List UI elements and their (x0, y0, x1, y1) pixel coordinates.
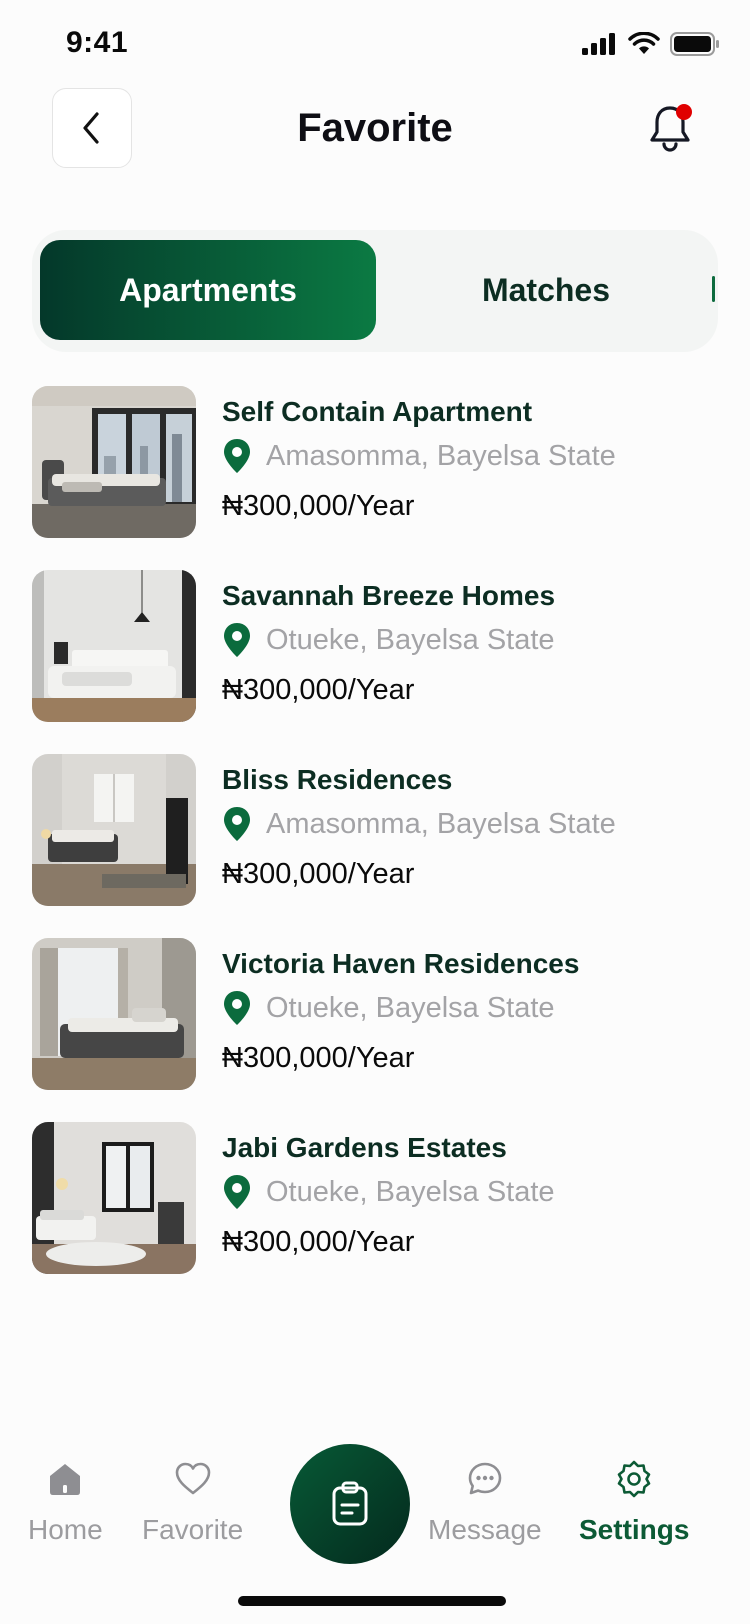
notifications-button[interactable] (648, 102, 696, 154)
bedroom-photo-curtains (32, 938, 196, 1090)
listing-card[interactable]: Jabi Gardens Estates Otueke, Bayelsa Sta… (32, 1122, 722, 1274)
home-indicator (238, 1596, 506, 1606)
listing-title: Self Contain Apartment (222, 396, 533, 427)
listing-thumbnail (32, 386, 196, 538)
category-tabs: Apartments Matches (32, 230, 718, 352)
listing-thumbnail (32, 938, 196, 1090)
listing-thumbnail (32, 1122, 196, 1274)
bell-icon (650, 104, 692, 152)
page-title: Favorite (297, 106, 453, 150)
listing-card[interactable]: Victoria Haven Residences Otueke, Bayels… (32, 938, 722, 1090)
tab-home-label: Home (28, 1514, 103, 1545)
home-icon (44, 1458, 86, 1500)
cellular-signal-icon (582, 33, 615, 55)
location-pin-icon (224, 991, 250, 1025)
listing-price: ₦300,000/Year (222, 858, 415, 890)
wifi-icon (628, 32, 660, 54)
status-icons (582, 32, 720, 56)
listing-title: Victoria Haven Residences (222, 948, 580, 979)
header: Favorite (0, 88, 750, 168)
listing-title: Jabi Gardens Estates (222, 1132, 507, 1163)
chat-bubble-icon (464, 1458, 506, 1500)
bedroom-photo-rug (32, 1122, 196, 1274)
listing-title: Bliss Residences (222, 764, 453, 795)
tab-favorite-label: Favorite (142, 1514, 244, 1545)
tab-message[interactable]: Message (428, 1458, 542, 1546)
gear-icon (613, 1458, 655, 1500)
listing-card[interactable]: Bliss Residences Amasomma, Bayelsa State… (32, 754, 722, 906)
bedroom-photo-city-view (32, 386, 196, 538)
tab-home[interactable]: Home (28, 1458, 103, 1546)
listing-location-text: Otueke, Bayelsa State (266, 991, 555, 1024)
listing-location: Otueke, Bayelsa State (222, 1174, 555, 1210)
listing-location: Amasomma, Bayelsa State (222, 438, 616, 474)
listing-location: Amasomma, Bayelsa State (222, 806, 616, 842)
center-action-button[interactable] (290, 1444, 410, 1564)
listing-location-text: Otueke, Bayelsa State (266, 1175, 555, 1208)
listing-price: ₦300,000/Year (222, 1226, 415, 1258)
location-pin-icon (224, 439, 250, 473)
heart-icon (172, 1458, 214, 1500)
tab-settings-label: Settings (579, 1514, 690, 1545)
tab-overflow-indicator (712, 276, 715, 302)
listing-price: ₦300,000/Year (222, 674, 415, 706)
tab-apartments[interactable]: Apartments (40, 240, 376, 340)
location-pin-icon (224, 1175, 250, 1209)
listing-location-text: Amasomma, Bayelsa State (266, 807, 616, 840)
status-bar: 9:41 (0, 0, 750, 90)
listing-thumbnail (32, 570, 196, 722)
listing-card[interactable]: Savannah Breeze Homes Otueke, Bayelsa St… (32, 570, 722, 722)
bedroom-photo-window (32, 754, 196, 906)
listing-location: Otueke, Bayelsa State (222, 622, 555, 658)
listing-price: ₦300,000/Year (222, 490, 415, 522)
battery-icon (670, 32, 719, 56)
tab-matches[interactable]: Matches (410, 240, 682, 340)
tab-favorite[interactable]: Favorite (142, 1458, 243, 1546)
bedroom-photo-white (32, 570, 196, 722)
location-pin-icon (224, 623, 250, 657)
listing-location-text: Amasomma, Bayelsa State (266, 439, 616, 472)
listing-thumbnail (32, 754, 196, 906)
tab-settings[interactable]: Settings (579, 1458, 689, 1546)
tab-message-label: Message (428, 1514, 542, 1545)
listing-price: ₦300,000/Year (222, 1042, 415, 1074)
status-time: 9:41 (66, 26, 129, 59)
listing-title: Savannah Breeze Homes (222, 580, 556, 611)
listing-location: Otueke, Bayelsa State (222, 990, 555, 1026)
location-pin-icon (224, 807, 250, 841)
listing-location-text: Otueke, Bayelsa State (266, 623, 555, 656)
listing-card[interactable]: Self Contain Apartment Amasomma, Bayelsa… (32, 386, 722, 538)
clipboard-icon (332, 1481, 368, 1526)
